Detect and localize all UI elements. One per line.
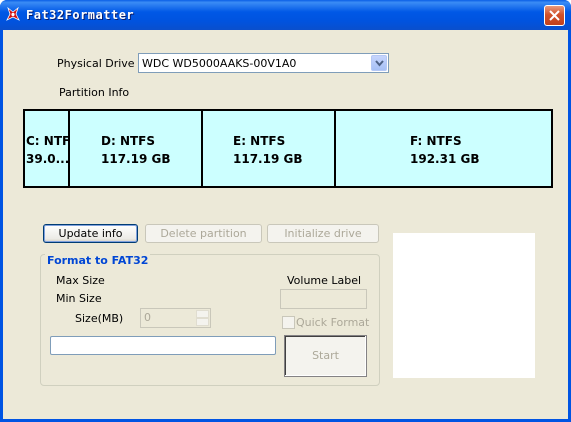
volume-label-caption: Volume Label	[287, 274, 362, 287]
partition-map: C: NTFS 39.0... D: NTFS 117.19 GB E: NTF…	[23, 109, 553, 188]
partition-name: E: NTFS	[233, 134, 286, 148]
size-mb-label: Size(MB)	[75, 312, 124, 325]
start-button[interactable]: Start	[284, 335, 367, 377]
client-area: Physical Drive WDC WD5000AAKS-00V1A0 Par…	[3, 30, 568, 419]
physical-drive-value: WDC WD5000AAKS-00V1A0	[142, 57, 297, 70]
format-group-title: Format to FAT32	[45, 254, 151, 267]
app-logo-icon[interactable]	[6, 6, 20, 22]
volume-label-input[interactable]	[280, 289, 367, 309]
partition-info-label: Partition Info	[59, 86, 130, 99]
spin-up-icon[interactable]	[196, 310, 209, 318]
partition-e[interactable]: E: NTFS 117.19 GB	[203, 111, 336, 186]
preview-panel	[393, 233, 535, 378]
app-window: Fat32Formatter Physical Drive WDC WD5000…	[0, 0, 571, 422]
partition-name: F: NTFS	[410, 134, 462, 148]
partition-size: 39.0...	[26, 152, 70, 166]
partition-size: 117.19 GB	[101, 152, 171, 166]
window-title: Fat32Formatter	[26, 8, 135, 22]
initialize-drive-button[interactable]: Initialize drive	[267, 224, 379, 243]
partition-name: D: NTFS	[101, 134, 156, 148]
partition-c[interactable]: C: NTFS 39.0...	[25, 111, 70, 186]
title-bar[interactable]: Fat32Formatter	[0, 0, 571, 30]
close-icon	[549, 10, 560, 21]
dropdown-arrow-button[interactable]	[371, 55, 387, 71]
update-info-button[interactable]: Update info	[43, 224, 138, 243]
quick-format-checkbox[interactable]	[282, 316, 295, 329]
close-button[interactable]	[544, 5, 565, 26]
partition-size: 192.31 GB	[410, 152, 480, 166]
partition-d[interactable]: D: NTFS 117.19 GB	[70, 111, 203, 186]
size-mb-value: 0	[144, 311, 151, 324]
min-size-label: Min Size	[56, 292, 102, 305]
size-mb-stepper[interactable]: 0	[140, 308, 211, 328]
physical-drive-label: Physical Drive	[57, 57, 135, 70]
delete-partition-button[interactable]: Delete partition	[145, 224, 262, 243]
spin-buttons[interactable]	[196, 310, 209, 326]
partition-f[interactable]: F: NTFS 192.31 GB	[336, 111, 551, 186]
partition-name: C: NTFS	[26, 134, 70, 148]
max-size-label: Max Size	[56, 274, 105, 287]
chevron-down-icon	[375, 60, 384, 67]
physical-drive-select[interactable]: WDC WD5000AAKS-00V1A0	[138, 53, 389, 73]
format-progress-bar	[50, 336, 276, 355]
partition-size: 117.19 GB	[233, 152, 303, 166]
quick-format-label[interactable]: Quick Format	[296, 316, 369, 329]
spin-down-icon[interactable]	[196, 318, 209, 326]
